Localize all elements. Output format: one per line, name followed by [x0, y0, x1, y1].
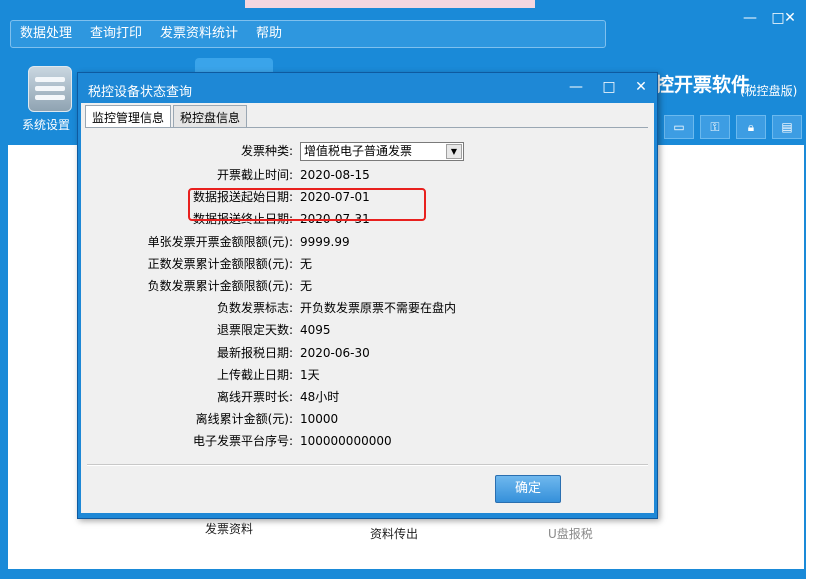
- field-row: 退票限定天数:: [87, 321, 293, 339]
- field-value: 开负数发票原票不需要在盘内: [300, 301, 457, 315]
- field-label: 单张发票开票金额限额(元):: [147, 235, 293, 249]
- background-strip: [245, 0, 535, 8]
- field-label: 电子发票平台序号:: [192, 434, 293, 448]
- field-label: 退票限定天数:: [216, 323, 293, 337]
- dialog-minimize-button[interactable]: —: [565, 77, 587, 97]
- field-row: 负数发票累计金额限额(元):: [87, 277, 293, 295]
- field-value: 无: [300, 279, 313, 293]
- field-value: 1天: [300, 368, 320, 382]
- field-value: 2020-08-15: [300, 168, 370, 182]
- field-value: 4095: [300, 323, 331, 337]
- field-label: 开票截止时间:: [216, 168, 293, 182]
- dialog-tabs: 监控管理信息 税控盘信息: [85, 105, 249, 129]
- data-export-label[interactable]: 资料传出: [370, 525, 418, 542]
- menu-invoice-stats[interactable]: 发票资料统计: [151, 21, 247, 47]
- chevron-down-icon[interactable]: ▼: [446, 144, 462, 159]
- usb-tax-report-label[interactable]: U盘报税: [548, 525, 593, 542]
- field-row: 离线累计金额(元):: [87, 410, 293, 428]
- field-value: 100000000000: [300, 434, 392, 448]
- invoice-data-label[interactable]: 发票资料: [205, 520, 253, 537]
- field-row: 负数发票标志:: [87, 299, 293, 317]
- menu-data-processing[interactable]: 数据处理: [11, 21, 81, 47]
- menu-help[interactable]: 帮助: [247, 21, 291, 47]
- toolbar-icons: ▭ ⚿ 🔒︎ ▤: [664, 115, 802, 139]
- dialog-maximize-button[interactable]: □: [598, 77, 620, 97]
- clipboard-icon[interactable]: ▤: [772, 115, 802, 139]
- dialog-close-button[interactable]: ✕: [630, 77, 652, 97]
- dialog-title: 税控设备状态查询: [88, 85, 193, 100]
- invoice-type-value: 增值税电子普通发票: [304, 144, 413, 158]
- window-icon[interactable]: ▭: [664, 115, 694, 139]
- highlight-box: [188, 188, 426, 221]
- tab-tax-disk-info[interactable]: 税控盘信息: [173, 105, 248, 129]
- invoice-type-label: 发票种类:: [240, 144, 293, 158]
- lock-icon[interactable]: 🔒︎: [736, 115, 766, 139]
- minimize-button[interactable]: —: [738, 8, 762, 28]
- close-button[interactable]: ✕: [778, 8, 802, 28]
- field-row: 单张发票开票金额限额(元):: [87, 233, 293, 251]
- field-row: 开票截止时间:: [87, 166, 293, 184]
- field-value: 无: [300, 257, 313, 271]
- tab-monitor-info[interactable]: 监控管理信息: [85, 105, 172, 129]
- field-row: 离线开票时长:: [87, 388, 293, 406]
- brand-subtitle: (税控盘版): [740, 84, 798, 98]
- tax-device-status-dialog: 税控设备状态查询 — □ ✕ 监控管理信息 税控盘信息 发票种类: 增值税电子普…: [77, 72, 658, 519]
- field-row: 电子发票平台序号:: [87, 432, 293, 450]
- field-row: 上传截止日期:: [87, 366, 293, 384]
- field-row: 最新报税日期:: [87, 344, 293, 362]
- field-value: 9999.99: [300, 235, 350, 249]
- field-label: 负数发票累计金额限额(元):: [147, 279, 293, 293]
- separator: [87, 464, 648, 466]
- field-row: 正数发票累计金额限额(元):: [87, 255, 293, 273]
- key-icon[interactable]: ⚿: [700, 115, 730, 139]
- field-label: 最新报税日期:: [216, 346, 293, 360]
- system-settings-label[interactable]: 系统设置: [22, 116, 70, 133]
- field-value: 2020-06-30: [300, 346, 370, 360]
- dialog-body: 监控管理信息 税控盘信息 发票种类: 增值税电子普通发票 ▼ 开票截止时间: 20…: [81, 103, 654, 513]
- desktop-edge: [806, 0, 818, 579]
- field-label: 离线开票时长:: [216, 390, 293, 404]
- field-label: 负数发票标志:: [216, 301, 293, 315]
- brand-title: 控开票软件: [655, 74, 751, 96]
- field-label: 上传截止日期:: [216, 368, 293, 382]
- field-label: 正数发票累计金额限额(元):: [147, 257, 293, 271]
- invoice-type-row: 发票种类:: [87, 142, 293, 160]
- system-settings-icon[interactable]: [28, 66, 72, 112]
- ok-button[interactable]: 确定: [495, 475, 561, 503]
- field-value: 10000: [300, 412, 339, 426]
- field-value: 48小时: [300, 390, 340, 404]
- field-label: 离线累计金额(元):: [195, 412, 293, 426]
- menu-bar: 数据处理 查询打印 发票资料统计 帮助: [10, 20, 606, 48]
- invoice-type-select[interactable]: 增值税电子普通发票 ▼: [300, 142, 464, 161]
- menu-query-print[interactable]: 查询打印: [81, 21, 151, 47]
